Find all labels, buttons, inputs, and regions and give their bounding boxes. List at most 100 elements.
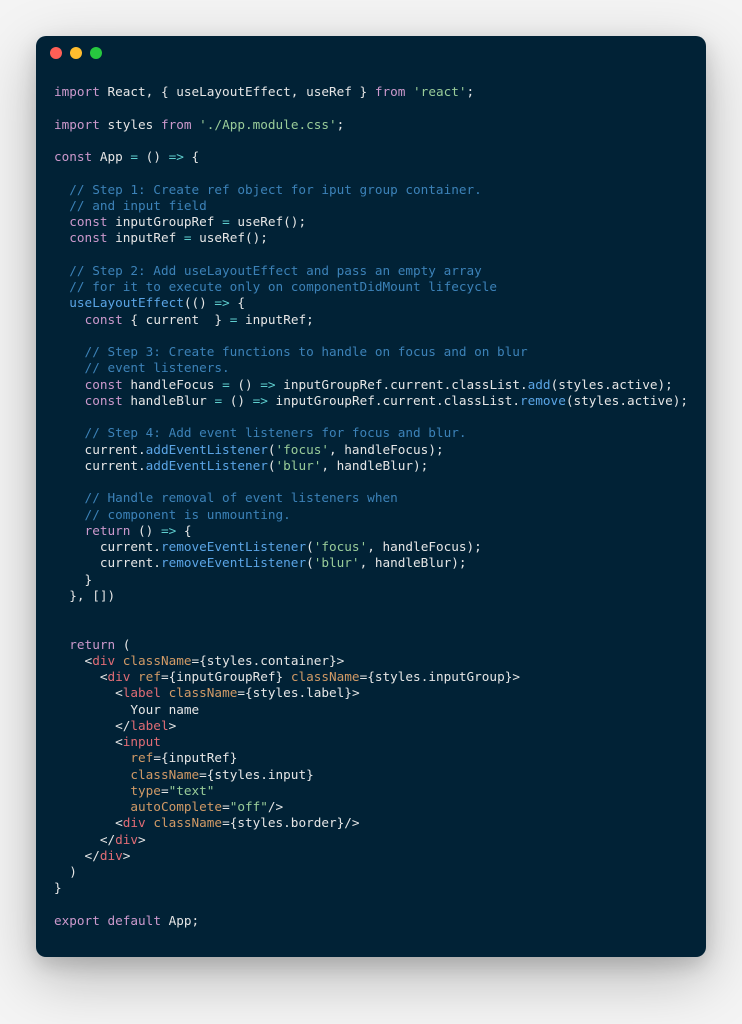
code-text: , handleFocus); [367,539,482,554]
code-text: < [54,734,123,749]
code-text [130,669,138,684]
code-text: } [54,572,92,587]
code-text: = [161,783,169,798]
code-text [54,377,85,392]
code-text: ; [337,117,345,132]
function: useLayoutEffect [69,295,184,310]
code-text: } [54,880,62,895]
code-text [54,295,69,310]
comment: // for it to execute only on componentDi… [54,279,497,294]
code-text: { [176,523,191,538]
comment: // event listeners. [54,360,230,375]
keyword: import [54,117,100,132]
string: "off" [230,799,268,814]
string: "text" [169,783,215,798]
code-text: = [153,750,161,765]
code-text [115,653,123,668]
function: add [528,377,551,392]
jsx-tag: div [100,848,123,863]
code-text: = [237,685,245,700]
close-icon[interactable] [50,47,62,59]
code-text: current. [54,442,146,457]
keyword: return [85,523,131,538]
jsx-attr: className [130,767,199,782]
code-text: styles [100,117,161,132]
code-text [405,84,413,99]
code-text: ( [306,555,314,570]
comment: // Step 3: Create functions to handle on… [54,344,528,359]
keyword: const [85,312,123,327]
comment: // Handle removal of event listeners whe… [54,490,398,505]
code-text: inputGroupRef [107,214,222,229]
code-block: import React, { useLayoutEffect, useRef … [36,70,706,957]
code-text: /> [268,799,283,814]
keyword: from [375,84,406,99]
function: remove [520,393,566,408]
code-text: , handleBlur); [360,555,467,570]
function: removeEventListener [161,539,306,554]
keyword: from [161,117,192,132]
operator: => [260,377,275,392]
operator: = [222,214,230,229]
code-text [54,523,85,538]
code-text: handleBlur [123,393,215,408]
function: addEventListener [146,442,268,457]
code-text: }, []) [54,588,115,603]
code-text [54,312,85,327]
maximize-icon[interactable] [90,47,102,59]
jsx-tag: div [115,832,138,847]
code-text [54,767,130,782]
code-text [192,117,200,132]
jsx-attr: ref [138,669,161,684]
code-text: (styles.active); [566,393,688,408]
code-text: React, { useLayoutEffect, useRef } [100,84,375,99]
code-text: = [161,669,169,684]
comment: // Step 2: Add useLayoutEffect and pass … [54,263,482,278]
minimize-icon[interactable] [70,47,82,59]
operator: => [253,393,268,408]
code-text: ( [115,637,130,652]
code-text: </ [54,848,100,863]
code-text: /> [344,815,359,830]
code-text: {styles.border} [230,815,345,830]
operator: = [130,149,138,164]
code-window: import React, { useLayoutEffect, useRef … [36,36,706,957]
jsx-attr: type [130,783,161,798]
code-text: {styles.label} [245,685,352,700]
code-text: = [222,799,230,814]
code-text: , handleFocus); [329,442,444,457]
code-text: () [130,523,161,538]
window-titlebar [36,36,706,70]
jsx-tag: div [123,815,146,830]
code-text: () [222,393,253,408]
operator: => [169,149,184,164]
code-text: > [138,832,146,847]
string: 'blur' [314,555,360,570]
code-text: {styles.container} [199,653,337,668]
code-text [54,393,85,408]
operator: => [214,295,229,310]
code-text: useRef(); [192,230,268,245]
code-text: = [222,815,230,830]
jsx-tag: label [130,718,168,733]
code-text: { [184,149,199,164]
code-text: () [230,377,261,392]
keyword: const [85,393,123,408]
code-text: {inputGroupRef} [169,669,284,684]
code-text: </ [54,832,115,847]
jsx-attr: className [291,669,360,684]
string: 'focus' [276,442,329,457]
operator: = [214,393,222,408]
code-text: </ [54,718,130,733]
code-text: < [54,669,107,684]
keyword: const [54,149,92,164]
operator: = [222,377,230,392]
code-text: App; [161,913,199,928]
comment: // component is unmounting. [54,507,291,522]
keyword: const [69,214,107,229]
keyword: const [85,377,123,392]
comment: // Step 4: Add event listeners for focus… [54,425,466,440]
code-text: ( [268,458,276,473]
code-text: ( [306,539,314,554]
comment: // and input field [54,198,207,213]
